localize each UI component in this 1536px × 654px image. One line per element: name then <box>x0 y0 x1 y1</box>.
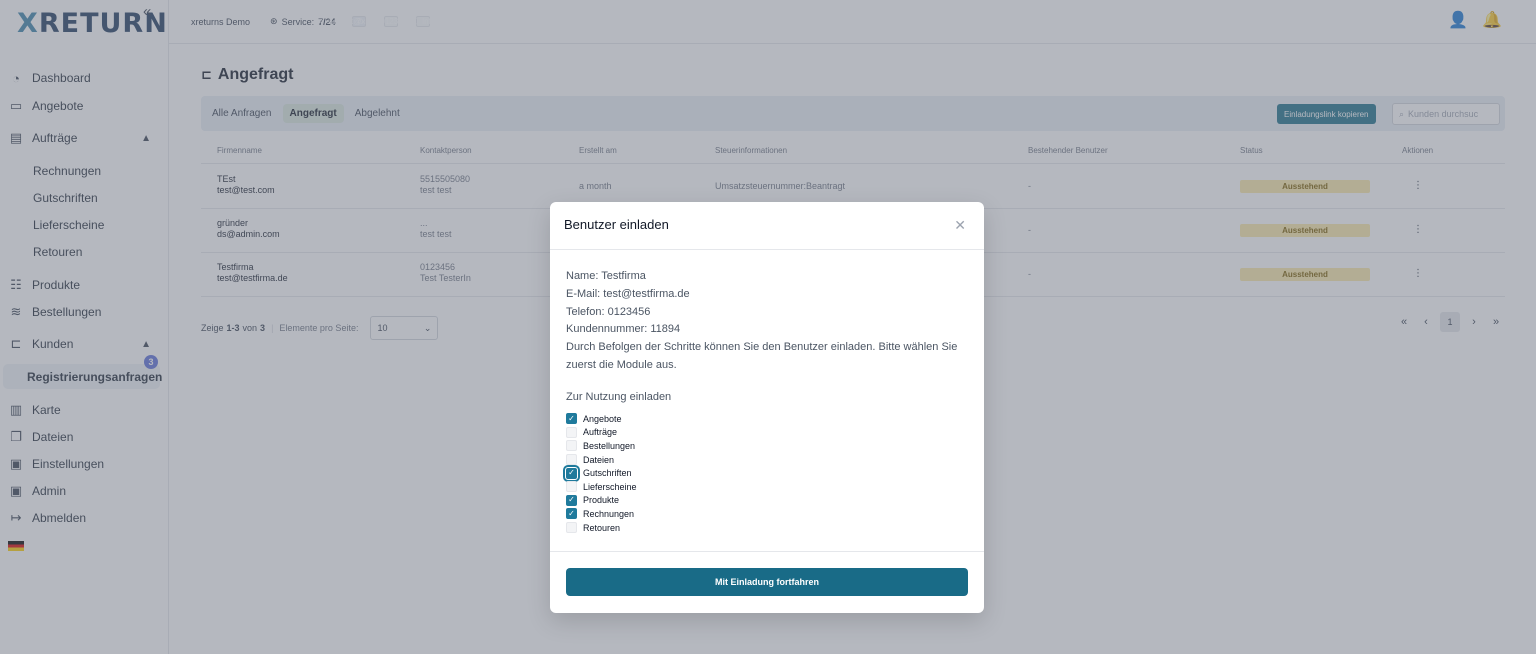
close-icon[interactable]: ✕ <box>954 217 966 234</box>
info-email: E-Mail: test@testfirma.de <box>566 287 690 300</box>
info-customer-number: Kundennummer: 11894 <box>566 323 681 336</box>
modal-divider <box>550 551 984 552</box>
module-checkbox-rechnungen[interactable]: ✓ Rechnungen <box>566 507 637 521</box>
check-icon[interactable]: ✓ <box>566 508 577 520</box>
module-checkbox-angebote[interactable]: ✓ Angebote <box>566 412 637 426</box>
module-checkbox-list: ✓ Angebote Aufträge Bestellungen Dateien … <box>563 412 637 535</box>
module-checkbox-gutschriften[interactable]: ✓ Gutschriften <box>563 464 637 482</box>
invite-user-modal: Benutzer einladen ✕ Name: Testfirma E-Ma… <box>550 202 984 613</box>
info-name: Name: Testfirma <box>566 270 646 282</box>
check-icon[interactable]: ✓ <box>563 464 580 482</box>
module-checkbox-bestellungen[interactable]: Bestellungen <box>566 439 637 453</box>
section-title: Zur Nutzung einladen <box>566 391 672 403</box>
check-icon[interactable]: ✓ <box>566 413 577 425</box>
modal-title: Benutzer einladen <box>564 217 669 232</box>
continue-invite-button[interactable]: Mit Einladung fortfahren <box>566 568 968 596</box>
info-phone: Telefon: 0123456 <box>566 305 651 318</box>
module-checkbox-dateien[interactable]: Dateien <box>566 453 637 467</box>
check-icon[interactable]: ✓ <box>566 494 577 506</box>
module-checkbox-retouren[interactable]: Retouren <box>566 521 637 535</box>
customer-info: Name: Testfirma E-Mail: test@testfirma.d… <box>566 268 966 375</box>
module-checkbox-auftraege[interactable]: Aufträge <box>566 426 637 440</box>
modal-header: Benutzer einladen ✕ <box>550 202 984 250</box>
module-checkbox-produkte[interactable]: ✓ Produkte <box>566 494 637 508</box>
info-instructions: Durch Befolgen der Schritte können Sie d… <box>566 341 958 371</box>
module-checkbox-lieferscheine[interactable]: Lieferscheine <box>566 480 637 494</box>
